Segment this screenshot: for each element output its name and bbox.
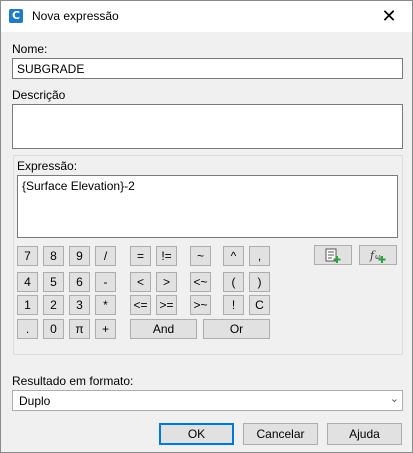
insert-property-icon [325, 248, 341, 263]
description-label: Descrição [12, 88, 66, 102]
result-format-label: Resultado em formato: [12, 374, 134, 388]
key-plus[interactable]: + [95, 319, 116, 339]
key-decimal[interactable]: . [17, 319, 38, 339]
key-8[interactable]: 8 [43, 246, 64, 266]
description-field[interactable] [12, 104, 403, 149]
help-button[interactable]: Ajuda [327, 423, 402, 445]
key-7[interactable]: 7 [17, 246, 38, 266]
key-and[interactable]: And [130, 319, 197, 339]
key-2[interactable]: 2 [43, 295, 64, 315]
key-comma[interactable]: , [249, 246, 270, 266]
key-less-than[interactable]: < [130, 272, 151, 292]
key-5[interactable]: 5 [43, 272, 64, 292]
civil3d-app-icon: C [9, 9, 23, 23]
expression-field[interactable]: {Surface Elevation}-2 [17, 175, 398, 238]
key-1[interactable]: 1 [17, 295, 38, 315]
cancel-button[interactable]: Cancelar [243, 423, 318, 445]
result-format-select[interactable]: Duplo ⌄ [12, 390, 403, 411]
chevron-down-icon: ⌄ [389, 392, 399, 405]
window-title: Nova expressão [32, 9, 119, 23]
close-button[interactable]: ✕ [366, 1, 412, 32]
insert-function-button[interactable]: f ω [359, 245, 397, 265]
key-or[interactable]: Or [203, 319, 270, 339]
key-greater-than[interactable]: > [156, 272, 177, 292]
key-6[interactable]: 6 [69, 272, 90, 292]
ok-button[interactable]: OK [159, 423, 234, 445]
key-less-approx[interactable]: <~ [190, 272, 211, 292]
result-format-value: Duplo [19, 394, 51, 408]
name-label: Nome: [12, 42, 48, 56]
expression-label: Expressão: [17, 159, 78, 173]
name-field[interactable]: SUBGRADE [12, 58, 403, 79]
key-power[interactable]: ^ [223, 246, 244, 266]
key-less-equal[interactable]: <= [130, 295, 151, 315]
key-minus[interactable]: - [95, 272, 116, 292]
key-4[interactable]: 4 [17, 272, 38, 292]
key-multiply[interactable]: * [95, 295, 116, 315]
key-divide[interactable]: / [95, 246, 116, 266]
key-greater-equal[interactable]: >= [156, 295, 177, 315]
key-9[interactable]: 9 [69, 246, 90, 266]
key-approx[interactable]: ~ [190, 246, 211, 266]
insert-function-icon: f ω [369, 249, 386, 263]
insert-property-button[interactable] [314, 245, 352, 265]
key-0[interactable]: 0 [43, 319, 64, 339]
key-not[interactable]: ! [223, 295, 244, 315]
key-pi[interactable]: π [69, 319, 90, 339]
key-equals[interactable]: = [130, 246, 151, 266]
key-greater-approx[interactable]: >~ [190, 295, 211, 315]
new-expression-dialog: C Nova expressão ✕ Nome: SUBGRADE Descri… [0, 0, 413, 453]
key-3[interactable]: 3 [69, 295, 90, 315]
title-bar: C Nova expressão ✕ [1, 1, 412, 32]
key-clear[interactable]: C [249, 295, 270, 315]
key-close-paren[interactable]: ) [249, 272, 270, 292]
key-open-paren[interactable]: ( [223, 272, 244, 292]
key-not-equals[interactable]: != [156, 246, 177, 266]
